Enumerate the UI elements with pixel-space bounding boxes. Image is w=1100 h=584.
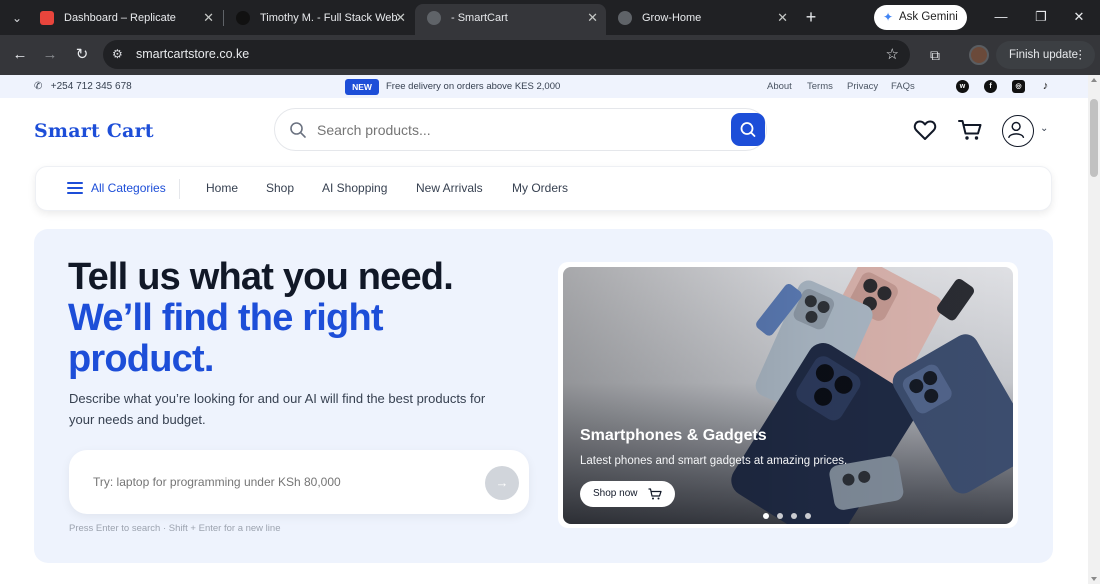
finish-update-button[interactable]: Finish update ⋮ [996, 41, 1095, 69]
carousel-dot[interactable] [777, 513, 783, 519]
gemini-sparkle-icon: ✦ [883, 10, 894, 24]
wishlist-heart-icon[interactable] [912, 117, 938, 143]
globe-favicon-icon [618, 11, 632, 25]
minimize-icon[interactable]: — [988, 6, 1014, 28]
phone-number: +254 712 345 678 [50, 81, 132, 92]
address-bar[interactable]: ⚙ smartcartstore.co.ke ☆ [103, 40, 910, 69]
loading-favicon-icon [427, 11, 441, 25]
finish-update-label: Finish update [1009, 49, 1079, 61]
account-avatar-button[interactable] [1002, 115, 1034, 147]
restore-icon[interactable]: ❐ [1028, 6, 1054, 28]
reload-icon[interactable]: ↻ [71, 44, 93, 66]
tiktok-icon[interactable]: ♪ [1039, 80, 1052, 93]
nav-ai-shopping[interactable]: AI Shopping [322, 167, 387, 210]
carousel-dots [763, 506, 819, 524]
product-search-bar [274, 108, 767, 151]
close-tab-icon[interactable]: ✕ [587, 4, 598, 32]
shop-now-button[interactable]: Shop now [580, 481, 675, 507]
facebook-icon[interactable]: f [984, 80, 997, 93]
promo-text: Free delivery on orders above KES 2,000 [386, 81, 561, 92]
submit-arrow-button[interactable]: → [485, 466, 519, 500]
ai-query-input[interactable] [93, 450, 473, 514]
top-info-strip: ✆ +254 712 345 678 NEW Free delivery on … [0, 75, 1088, 98]
tab-title: Timothy M. - Full Stack Web [260, 12, 398, 24]
profile-avatar[interactable] [969, 45, 989, 65]
new-badge: NEW [345, 79, 379, 95]
carousel-slide: Smartphones & Gadgets Latest phones and … [563, 267, 1013, 524]
headline-line-1: Tell us what you need. [68, 256, 454, 298]
shop-now-label: Shop now [593, 488, 638, 499]
tab-upwork[interactable]: Timothy M. - Full Stack Web ✕ [224, 4, 414, 32]
bookmark-star-icon[interactable]: ☆ [886, 40, 899, 69]
url-text[interactable]: smartcartstore.co.ke [136, 40, 249, 69]
promo-carousel: Smartphones & Gadgets Latest phones and … [558, 262, 1018, 528]
whatsapp-icon[interactable]: w [956, 80, 969, 93]
tab-search-icon[interactable]: ⌄ [6, 8, 28, 28]
phone-contact[interactable]: ✆ +254 712 345 678 [34, 75, 132, 98]
user-icon [1008, 121, 1025, 139]
banner-title: Smartphones & Gadgets [580, 427, 767, 444]
close-tab-icon[interactable]: ✕ [395, 4, 406, 32]
logo[interactable]: Smart Cart [34, 120, 154, 142]
search-icon [290, 122, 306, 138]
menu-icon[interactable] [67, 182, 83, 194]
page-scrollbar[interactable] [1088, 75, 1100, 584]
search-button[interactable] [731, 113, 765, 146]
new-tab-button[interactable]: + [800, 5, 822, 29]
privacy-link[interactable]: Privacy [847, 75, 878, 98]
tab-smartcart[interactable]: - SmartCart ✕ [415, 4, 606, 35]
tab-grow-home[interactable]: Grow-Home ✕ [606, 4, 796, 32]
tab-title: - SmartCart [451, 12, 508, 24]
back-arrow-icon[interactable]: ← [9, 44, 31, 66]
close-tab-icon[interactable]: ✕ [777, 4, 788, 32]
hero-section: Tell us what you need. We’ll find the ri… [34, 229, 1053, 563]
ai-search-box: → [69, 450, 529, 514]
close-tab-icon[interactable]: ✕ [203, 4, 214, 32]
forward-arrow-icon[interactable]: → [39, 44, 61, 66]
main-nav: All Categories Home Shop AI Shopping New… [35, 166, 1052, 211]
nav-divider [179, 179, 180, 199]
scrollbar-thumb[interactable] [1090, 99, 1098, 177]
all-categories-button[interactable]: All Categories [91, 167, 166, 210]
nav-new-arrivals[interactable]: New Arrivals [416, 167, 483, 210]
carousel-dot[interactable] [791, 513, 797, 519]
about-link[interactable]: About [767, 75, 792, 98]
headline-line-2: We’ll find the right product. [68, 297, 384, 380]
carousel-dot[interactable] [763, 513, 769, 519]
cart-icon [648, 488, 662, 500]
nav-home[interactable]: Home [206, 167, 238, 210]
tab-replicate[interactable]: Dashboard – Replicate ✕ [28, 4, 222, 32]
search-input[interactable] [317, 109, 717, 150]
search-icon [740, 122, 756, 137]
close-window-icon[interactable]: ✕ [1066, 6, 1092, 28]
extensions-icon[interactable]: ⧉ [924, 44, 946, 66]
keyboard-hint: Press Enter to search · Shift + Enter fo… [69, 523, 281, 534]
carousel-dot[interactable] [805, 513, 811, 519]
browser-toolbar: ← → ↻ ⚙ smartcartstore.co.ke ☆ ⧉ Finish … [0, 35, 1100, 75]
ask-gemini-button[interactable]: ✦ Ask Gemini [874, 5, 967, 30]
cart-icon[interactable] [957, 117, 983, 143]
nav-shop[interactable]: Shop [266, 167, 294, 210]
tab-title: Dashboard – Replicate [64, 12, 176, 24]
web-page: ✆ +254 712 345 678 NEW Free delivery on … [0, 75, 1088, 584]
faqs-link[interactable]: FAQs [891, 75, 915, 98]
browser-tab-strip: ⌄ Dashboard – Replicate ✕ Timothy M. - F… [0, 0, 1100, 35]
hero-subtext: Describe what you’re looking for and our… [69, 391, 486, 427]
banner-subtitle: Latest phones and smart gadgets at amazi… [580, 455, 848, 467]
menu-kebab-icon: ⋮ [1074, 49, 1087, 61]
arrow-right-icon: → [495, 475, 509, 490]
chevron-down-icon[interactable]: ⌄ [1040, 123, 1048, 134]
upwork-favicon-icon [236, 11, 250, 25]
scroll-down-icon[interactable] [1091, 577, 1097, 581]
ask-gemini-label: Ask Gemini [899, 11, 958, 23]
tab-title: Grow-Home [642, 12, 702, 24]
instagram-icon[interactable]: ◎ [1012, 80, 1025, 93]
terms-link[interactable]: Terms [807, 75, 833, 98]
site-info-icon[interactable]: ⚙ [112, 45, 123, 64]
scroll-up-icon[interactable] [1091, 78, 1097, 82]
hero-headline: Tell us what you need. We’ll find the ri… [68, 256, 454, 380]
phone-icon: ✆ [34, 81, 43, 92]
replicate-favicon-icon [40, 11, 54, 25]
nav-my-orders[interactable]: My Orders [512, 167, 568, 210]
